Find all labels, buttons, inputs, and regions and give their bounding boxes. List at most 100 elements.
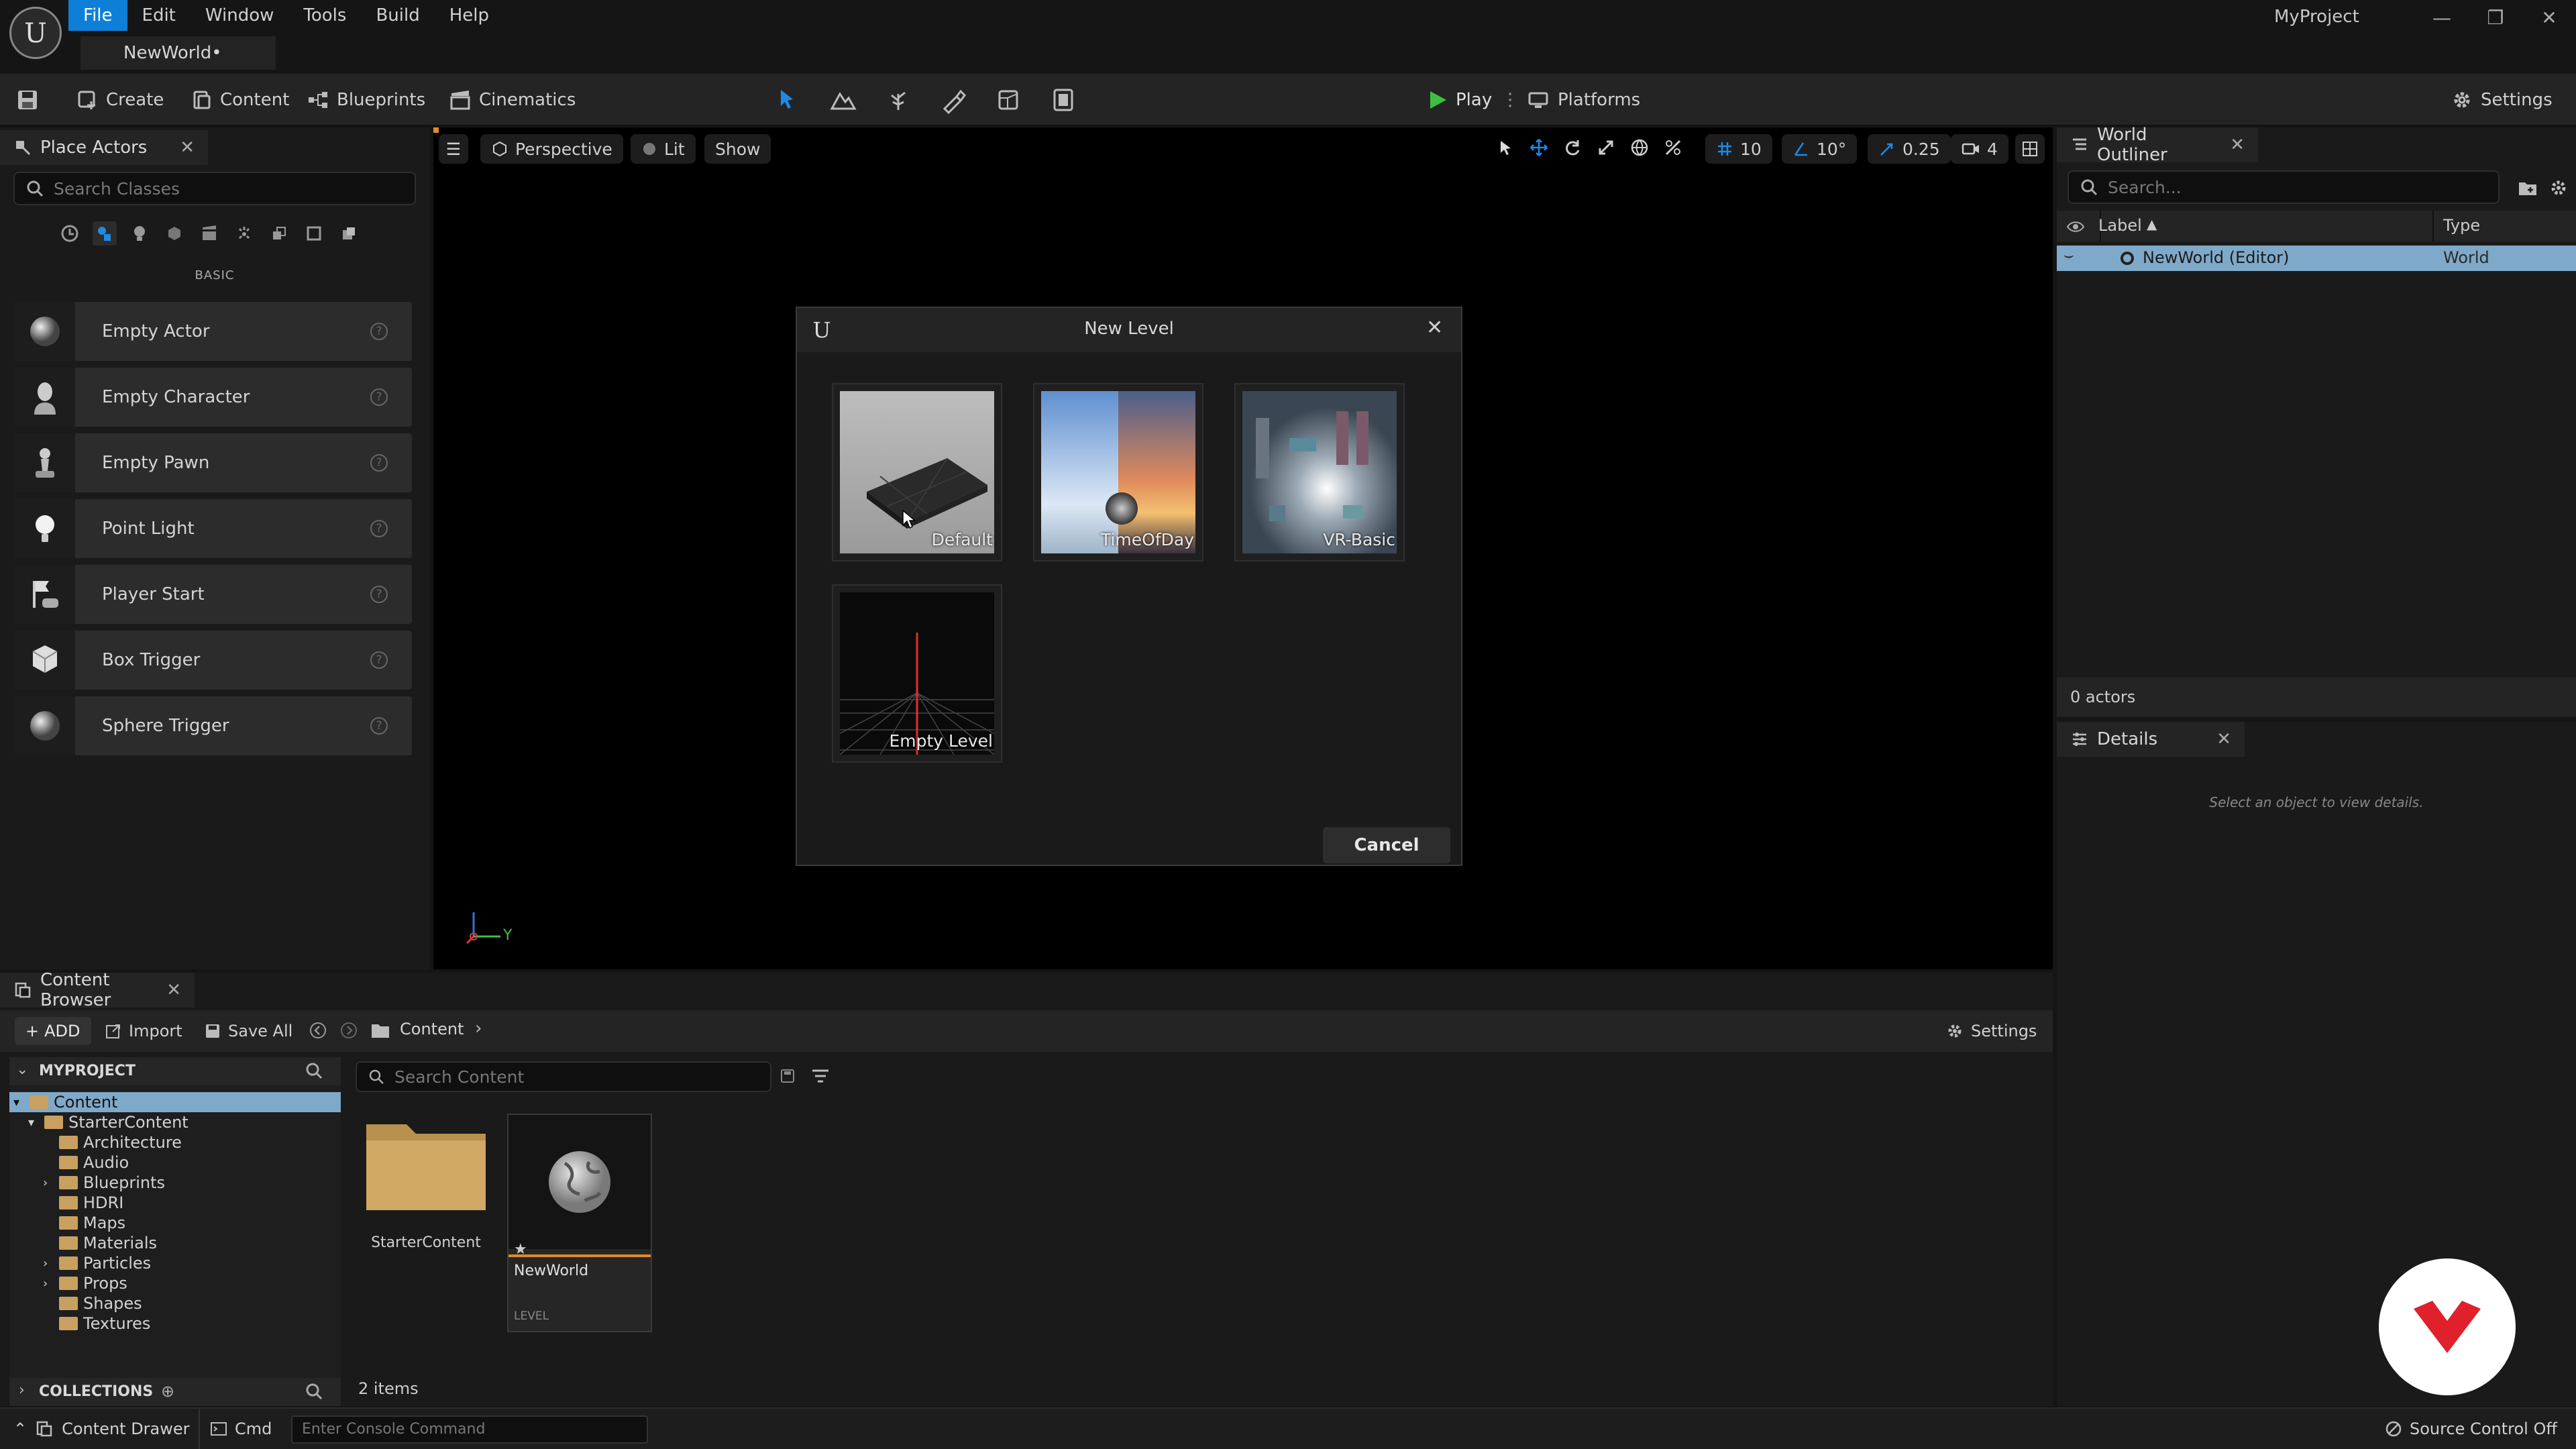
details-tab[interactable]: Details ✕ <box>2057 722 2245 757</box>
create-button[interactable]: Create <box>75 74 164 126</box>
visibility-eye-icon[interactable]: ⌣ <box>2063 246 2074 264</box>
cancel-button[interactable]: Cancel <box>1323 827 1450 863</box>
viewport-layout-button[interactable] <box>2015 134 2045 164</box>
asset-tile-starter-content[interactable]: StarterContent <box>362 1114 490 1261</box>
volumes-category-icon[interactable] <box>302 221 326 246</box>
search-classes-input[interactable]: Search Classes <box>13 172 416 205</box>
tree-item[interactable]: Architecture <box>43 1132 182 1152</box>
shapes-category-icon[interactable] <box>162 221 186 246</box>
menu-file[interactable]: File <box>68 0 127 31</box>
template-empty-level[interactable]: Empty Level <box>832 584 1002 763</box>
lit-button[interactable]: Lit <box>631 134 696 164</box>
save-icon[interactable] <box>12 85 43 115</box>
gear-icon[interactable] <box>2548 177 2569 199</box>
foliage-mode-icon[interactable] <box>883 85 914 115</box>
show-button[interactable]: Show <box>704 134 771 164</box>
place-actors-tab[interactable]: Place Actors ✕ <box>0 130 208 165</box>
menu-edit[interactable]: Edit <box>127 0 191 31</box>
modeling-mode-icon[interactable] <box>1048 85 1079 115</box>
console-command-input[interactable]: Enter Console Command <box>291 1415 648 1444</box>
mesh-paint-icon[interactable] <box>938 85 969 115</box>
content-button[interactable]: Content <box>189 74 289 126</box>
minimize-icon[interactable]: — <box>2415 4 2469 31</box>
restore-icon[interactable]: ❐ <box>2469 4 2522 31</box>
help-icon[interactable]: ? <box>370 586 388 603</box>
close-window-icon[interactable]: ✕ <box>2522 4 2576 31</box>
all-classes-category-icon[interactable] <box>337 221 361 246</box>
visual-effects-category-icon[interactable] <box>232 221 256 246</box>
content-drawer-button[interactable]: ⌃ Content Drawer <box>13 1409 190 1449</box>
menu-window[interactable]: Window <box>191 0 289 31</box>
chevron-down-icon[interactable]: ▾ <box>28 1116 39 1130</box>
actor-item-point-light[interactable]: Point Light ? <box>15 499 412 558</box>
help-icon[interactable]: ? <box>370 717 388 735</box>
platforms-button[interactable]: Platforms <box>1527 74 1640 126</box>
help-icon[interactable]: ? <box>370 323 388 340</box>
help-icon[interactable]: ? <box>370 388 388 406</box>
cmd-button[interactable]: Cmd <box>209 1409 272 1449</box>
visibility-eye-icon[interactable] <box>2066 217 2085 236</box>
close-tab-icon[interactable]: ✕ <box>2216 729 2231 749</box>
column-label[interactable]: Label <box>2098 216 2142 235</box>
play-button[interactable]: Play ⋮ <box>1425 74 1519 126</box>
recent-icon[interactable] <box>58 221 82 246</box>
close-dialog-icon[interactable]: ✕ <box>1426 316 1443 339</box>
menu-help[interactable]: Help <box>435 0 504 31</box>
settings-button[interactable]: Settings <box>2450 74 2553 126</box>
chevron-right-icon[interactable]: › <box>43 1256 54 1271</box>
close-tab-icon[interactable]: ✕ <box>2230 135 2245 155</box>
geometry-category-icon[interactable] <box>267 221 291 246</box>
perspective-button[interactable]: Perspective <box>480 134 623 164</box>
close-tab-icon[interactable]: ✕ <box>166 980 181 1000</box>
select-tool-icon[interactable] <box>1496 138 1515 157</box>
menu-build[interactable]: Build <box>361 0 434 31</box>
actor-item-empty-pawn[interactable]: Empty Pawn ? <box>15 433 412 492</box>
camera-speed-button[interactable]: 4 <box>1951 134 2008 164</box>
save-all-button[interactable]: Save All <box>204 1017 292 1045</box>
scale-snap-button[interactable]: 0.25 <box>1868 134 1951 164</box>
tree-item[interactable]: Materials <box>43 1233 157 1253</box>
lights-category-icon[interactable] <box>127 221 152 246</box>
outliner-search-input[interactable]: Search... <box>2068 170 2500 204</box>
help-icon[interactable]: ? <box>370 651 388 669</box>
template-time-of-day[interactable]: TimeOfDay <box>1033 383 1203 561</box>
import-button[interactable]: Import <box>105 1017 182 1045</box>
select-mode-icon[interactable] <box>771 85 802 115</box>
grid-snap-button[interactable]: 10 <box>1705 134 1772 164</box>
rotation-snap-button[interactable]: 10° <box>1782 134 1858 164</box>
actor-item-empty-actor[interactable]: Empty Actor ? <box>15 302 412 361</box>
world-space-icon[interactable] <box>1630 138 1649 157</box>
template-default[interactable]: Default <box>832 383 1002 561</box>
tree-item[interactable]: Textures <box>43 1313 150 1334</box>
collections-header[interactable]: › COLLECTIONS ⊕ <box>9 1378 341 1406</box>
asset-tile-newworld[interactable]: ★ NewWorld LEVEL <box>507 1114 652 1332</box>
chevron-down-icon[interactable]: ▾ <box>13 1095 24 1110</box>
translate-tool-icon[interactable] <box>1529 138 1548 157</box>
chevron-right-icon[interactable]: › <box>43 1277 54 1291</box>
play-options-icon[interactable]: ⋮ <box>1501 90 1519 110</box>
document-tab[interactable]: NewWorld• <box>80 36 276 70</box>
template-vr-basic[interactable]: VR-Basic <box>1234 383 1405 561</box>
fracture-mode-icon[interactable] <box>993 85 1024 115</box>
tree-item[interactable]: › Props <box>43 1273 127 1293</box>
content-settings-button[interactable]: Settings <box>1945 1017 2037 1045</box>
tree-item[interactable]: Audio <box>43 1152 129 1173</box>
rotate-tool-icon[interactable] <box>1563 138 1582 157</box>
history-back-icon[interactable] <box>309 1021 327 1040</box>
actor-item-empty-character[interactable]: Empty Character ? <box>15 368 412 427</box>
project-header[interactable]: ⌄ MYPROJECT <box>9 1057 341 1085</box>
filter-icon[interactable] <box>810 1067 830 1085</box>
surface-snap-icon[interactable] <box>1664 138 1682 157</box>
chevron-right-icon[interactable]: › <box>43 1176 54 1190</box>
column-type[interactable]: Type <box>2443 216 2480 235</box>
cinematics-button[interactable]: Cinematics <box>448 74 576 126</box>
add-button[interactable]: + ADD <box>15 1017 91 1045</box>
tree-item[interactable]: › Blueprints <box>43 1173 165 1193</box>
content-browser-tab[interactable]: Content Browser ✕ <box>0 970 195 1010</box>
source-control-button[interactable]: Source Control Off <box>2384 1409 2557 1449</box>
actor-item-sphere-trigger[interactable]: Sphere Trigger ? <box>15 696 412 755</box>
actor-item-player-start[interactable]: Player Start ? <box>15 565 412 624</box>
viewport-menu-button[interactable]: ☰ <box>439 134 468 164</box>
landscape-mode-icon[interactable] <box>828 85 859 115</box>
blueprints-button[interactable]: Blueprints <box>306 74 425 126</box>
